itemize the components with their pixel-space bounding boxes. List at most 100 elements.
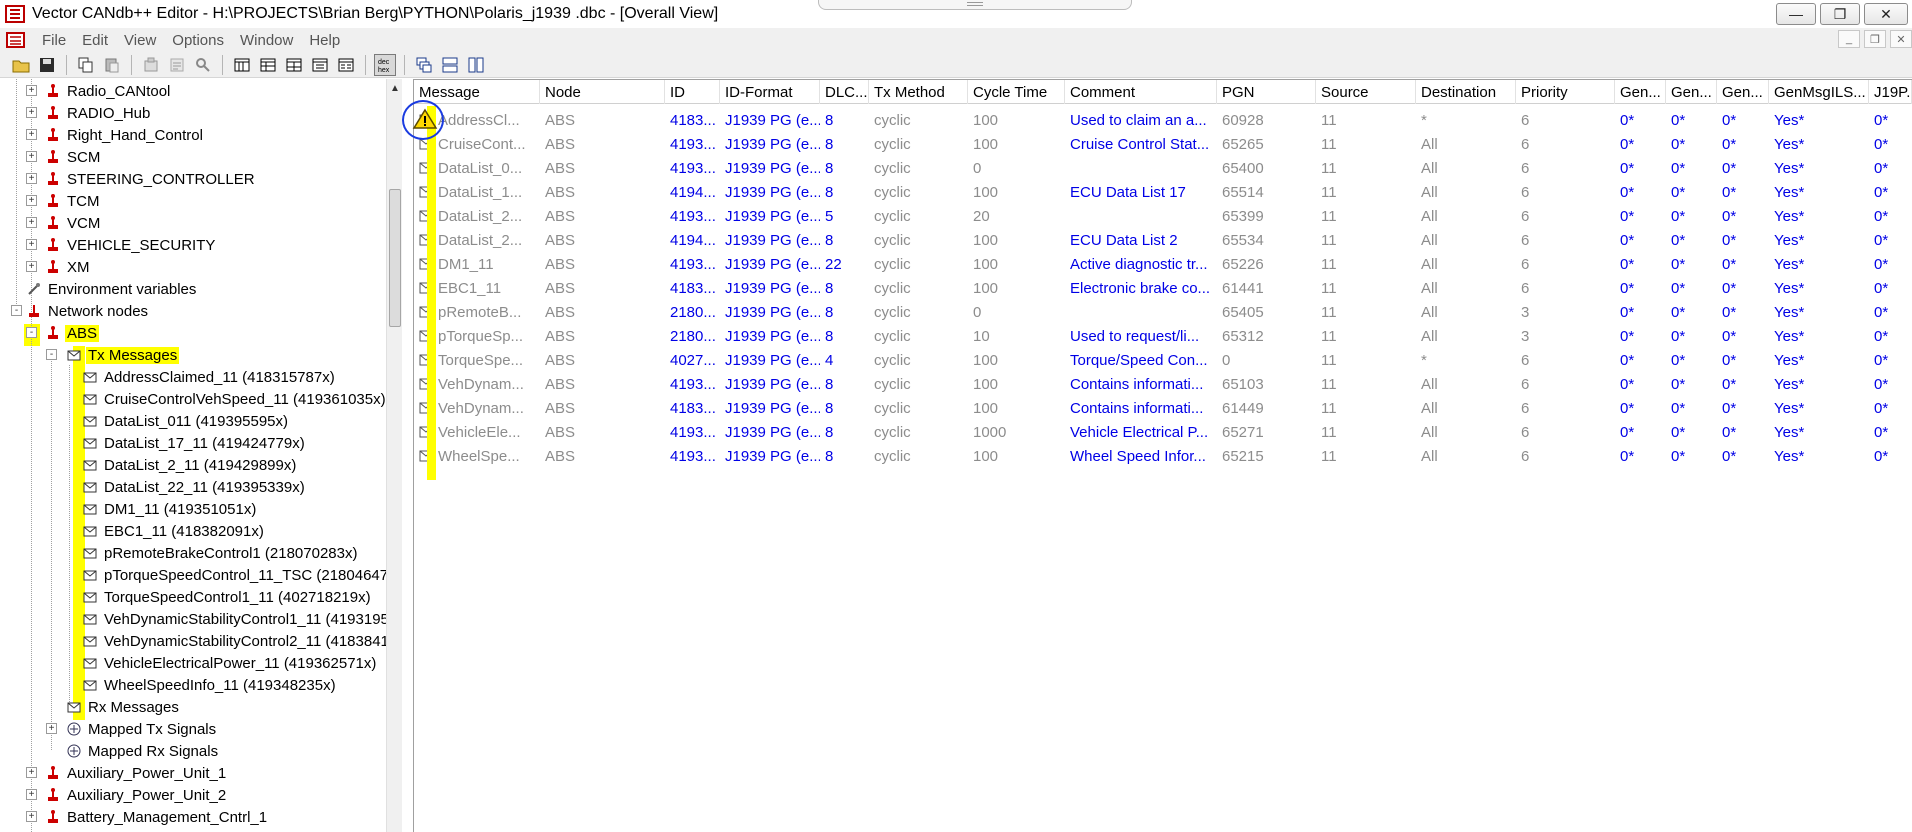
table-row[interactable]: DataList_0... ABS 4193... J1939 PG (e... 8 cy… xyxy=(414,156,1912,180)
warning-icon[interactable] xyxy=(412,108,438,130)
table-row[interactable]: EBC1_11 ABS 4183... J1939 PG (e... 8 cyclic 10… xyxy=(414,276,1912,300)
tree-item[interactable]: EBC1_11 (418382091x) xyxy=(82,520,266,542)
menu-help[interactable]: Help xyxy=(301,32,348,49)
tree-item[interactable]: DataList_17_11 (419424779x) xyxy=(82,432,307,454)
tree-item[interactable]: DM1_11 (419351051x) xyxy=(82,498,258,520)
column-header[interactable]: Node xyxy=(540,80,665,104)
document-menu-icon[interactable] xyxy=(6,31,26,49)
column-header[interactable]: Source xyxy=(1316,80,1416,104)
scroll-thumb[interactable] xyxy=(389,189,401,327)
expand-icon[interactable]: + xyxy=(26,811,37,822)
tree-item[interactable]: AddressClaimed_11 (418315787x) xyxy=(82,366,337,388)
column-header[interactable]: Message xyxy=(414,80,540,104)
table-row[interactable]: TorqueSpe... ABS 4027... J1939 PG (e... 4 cyc… xyxy=(414,348,1912,372)
table-row[interactable]: pRemoteB... ABS 2180... J1939 PG (e... 8 cycl… xyxy=(414,300,1912,324)
properties-icon[interactable] xyxy=(166,54,188,76)
minimize-button[interactable]: — xyxy=(1776,3,1816,25)
expand-icon[interactable]: + xyxy=(26,261,37,272)
expand-icon[interactable]: + xyxy=(26,151,37,162)
tree-item[interactable]: RADIO_Hub xyxy=(45,102,152,124)
expand-icon[interactable]: + xyxy=(26,173,37,184)
save-icon[interactable] xyxy=(36,54,58,76)
column-header[interactable]: GenMsgILS... xyxy=(1769,80,1869,104)
expand-icon[interactable]: + xyxy=(26,85,37,96)
column-header[interactable]: Comment xyxy=(1065,80,1217,104)
tree-item[interactable]: VehDynamicStabilityControl2_11 (41838411 xyxy=(82,630,398,652)
tree-item[interactable]: VehDynamicStabilityControl1_11 (41931950 xyxy=(82,608,399,630)
tree-item[interactable]: TCM xyxy=(45,190,102,212)
table-row[interactable]: DataList_1... ABS 4194... J1939 PG (e... 8 cy… xyxy=(414,180,1912,204)
tree-item[interactable]: VEHICLE_SECURITY xyxy=(45,234,217,256)
view-messages-icon[interactable] xyxy=(231,54,253,76)
tree-scrollbar[interactable]: ▲ xyxy=(386,79,402,832)
table-row[interactable]: VehDynam... ABS 4193... J1939 PG (e... 8 cycl… xyxy=(414,372,1912,396)
tree-item[interactable]: CruiseControlVehSpeed_11 (419361035x) xyxy=(82,388,388,410)
expand-icon[interactable]: + xyxy=(26,217,37,228)
dec-hex-toggle-icon[interactable]: dec hex xyxy=(374,53,396,76)
copy-icon[interactable] xyxy=(75,54,97,76)
tree-item[interactable]: pRemoteBrakeControl1 (218070283x) xyxy=(82,542,359,564)
tree-item[interactable]: STEERING_CONTROLLER xyxy=(45,168,257,190)
tile-vertical-icon[interactable] xyxy=(465,54,487,76)
column-header[interactable]: ID-Format xyxy=(720,80,820,104)
column-header[interactable]: J19P... xyxy=(1869,80,1912,104)
open-folder-icon[interactable] xyxy=(10,54,32,76)
column-header[interactable]: Gen... xyxy=(1615,80,1666,104)
tree-item[interactable]: Right_Hand_Control xyxy=(45,124,205,146)
expand-icon[interactable]: + xyxy=(46,723,57,734)
column-header[interactable]: ID xyxy=(665,80,720,104)
tree-item[interactable]: TorqueSpeedControl1_11 (402718219x) xyxy=(82,586,373,608)
cascade-windows-icon[interactable] xyxy=(413,54,435,76)
table-row[interactable]: VehicleEle... ABS 4193... J1939 PG (e... 8 cy… xyxy=(414,420,1912,444)
column-header[interactable]: Cycle Time xyxy=(968,80,1065,104)
menu-edit[interactable]: Edit xyxy=(74,32,116,49)
table-row[interactable]: CruiseCont... ABS 4193... J1939 PG (e... 8 cy… xyxy=(414,132,1912,156)
tree-item[interactable]: VCM xyxy=(45,212,102,234)
table-row[interactable]: pTorqueSp... ABS 2180... J1939 PG (e... 8 cyc… xyxy=(414,324,1912,348)
tile-horizontal-icon[interactable] xyxy=(439,54,461,76)
tree-item[interactable]: DataList_22_11 (419395339x) xyxy=(82,476,307,498)
collapse-icon[interactable]: - xyxy=(26,327,37,338)
view-nodes-icon[interactable] xyxy=(283,54,305,76)
table-row[interactable]: DataList_2... ABS 4193... J1939 PG (e... 5 cy… xyxy=(414,204,1912,228)
tree-item[interactable]: SCM xyxy=(45,146,102,168)
tree-item[interactable]: Mapped Rx Signals xyxy=(66,740,220,762)
tree-item[interactable]: Auxiliary_Power_Unit_1 xyxy=(45,762,228,784)
tree-item[interactable]: Rx Messages xyxy=(66,696,181,718)
restore-button[interactable]: ❐ xyxy=(1820,3,1860,25)
column-header[interactable]: DLC... xyxy=(820,80,869,104)
mdi-restore-button[interactable]: ❐ xyxy=(1864,30,1886,48)
column-header[interactable]: Tx Method xyxy=(869,80,968,104)
tree-item[interactable]: Battery_Management_Cntrl_1 xyxy=(45,806,269,828)
tree-item[interactable]: ABS xyxy=(45,322,100,344)
table-row[interactable]: AddressCl... ABS 4183... J1939 PG (e... 8 cyc… xyxy=(414,108,1912,132)
menu-options[interactable]: Options xyxy=(164,32,232,49)
tree-item[interactable]: Radio_CANtool xyxy=(45,80,172,102)
close-button[interactable]: ✕ xyxy=(1864,3,1908,25)
tree-item[interactable]: DataList_2_11 (419429899x) xyxy=(82,454,298,476)
expand-icon[interactable]: + xyxy=(26,767,37,778)
new-object-icon[interactable] xyxy=(140,54,162,76)
tree-item[interactable]: XM xyxy=(45,256,92,278)
candb-app-icon[interactable] xyxy=(4,3,26,25)
mdi-minimize-button[interactable]: _ xyxy=(1838,30,1860,48)
tree-item[interactable]: Auxiliary_Power_Unit_2 xyxy=(45,784,228,806)
view-env-icon[interactable] xyxy=(309,54,331,76)
table-row[interactable]: VehDynam... ABS 4183... J1939 PG (e... 8 cycl… xyxy=(414,396,1912,420)
expand-icon[interactable]: + xyxy=(26,107,37,118)
message-grid[interactable]: Message Node ID ID-Format DLC... Tx Method Cyc… xyxy=(413,79,1912,832)
tree-item[interactable]: Environment variables xyxy=(26,278,198,300)
table-row[interactable]: DM1_11 ABS 4193... J1939 PG (e... 22 cyclic 10… xyxy=(414,252,1912,276)
tree-item[interactable]: Mapped Tx Signals xyxy=(66,718,218,740)
expand-icon[interactable]: + xyxy=(26,789,37,800)
tree-item[interactable]: Network nodes xyxy=(26,300,150,322)
menu-window[interactable]: Window xyxy=(232,32,301,49)
column-header[interactable]: Priority xyxy=(1516,80,1615,104)
collapse-icon[interactable]: - xyxy=(46,349,57,360)
view-attr-icon[interactable] xyxy=(335,54,357,76)
expand-icon[interactable]: + xyxy=(26,129,37,140)
tree-item[interactable]: VehicleElectricalPower_11 (419362571x) xyxy=(82,652,378,674)
column-header[interactable]: Destination xyxy=(1416,80,1516,104)
table-row[interactable]: DataList_2... ABS 4194... J1939 PG (e... 8 cy… xyxy=(414,228,1912,252)
expand-icon[interactable]: + xyxy=(26,195,37,206)
